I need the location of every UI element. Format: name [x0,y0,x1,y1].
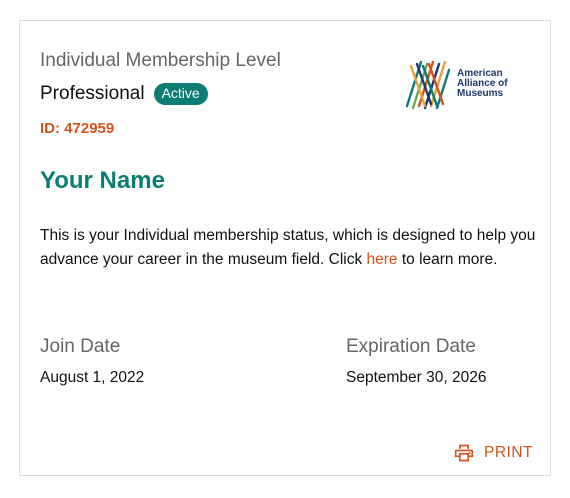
logo-line-3: Museums [457,88,504,99]
join-date-value: August 1, 2022 [40,369,145,386]
membership-level-label: Individual Membership Level [40,50,281,71]
learn-more-link[interactable]: here [367,251,398,268]
aam-logo-mark-icon [405,60,451,110]
expiration-date-label: Expiration Date [346,336,476,357]
aam-logo: American Alliance of Museums [403,56,508,112]
printer-icon [454,444,474,462]
membership-card: Individual Membership Level Professional… [19,20,551,476]
join-date-label: Join Date [40,336,121,357]
status-badge: Active [153,83,208,105]
membership-level-row: Professional Active [40,83,208,105]
description-text-after: to learn more. [397,251,498,268]
print-label: PRINT [484,444,533,461]
membership-level-name: Professional [40,83,145,104]
member-id: ID: 472959 [40,120,115,137]
member-name: Your Name [40,167,165,194]
membership-description: This is your Individual membership statu… [40,224,540,272]
expiration-date-value: September 30, 2026 [346,369,487,386]
print-button[interactable]: PRINT [454,443,533,463]
aam-logo-text: American Alliance of Museums [457,69,508,99]
